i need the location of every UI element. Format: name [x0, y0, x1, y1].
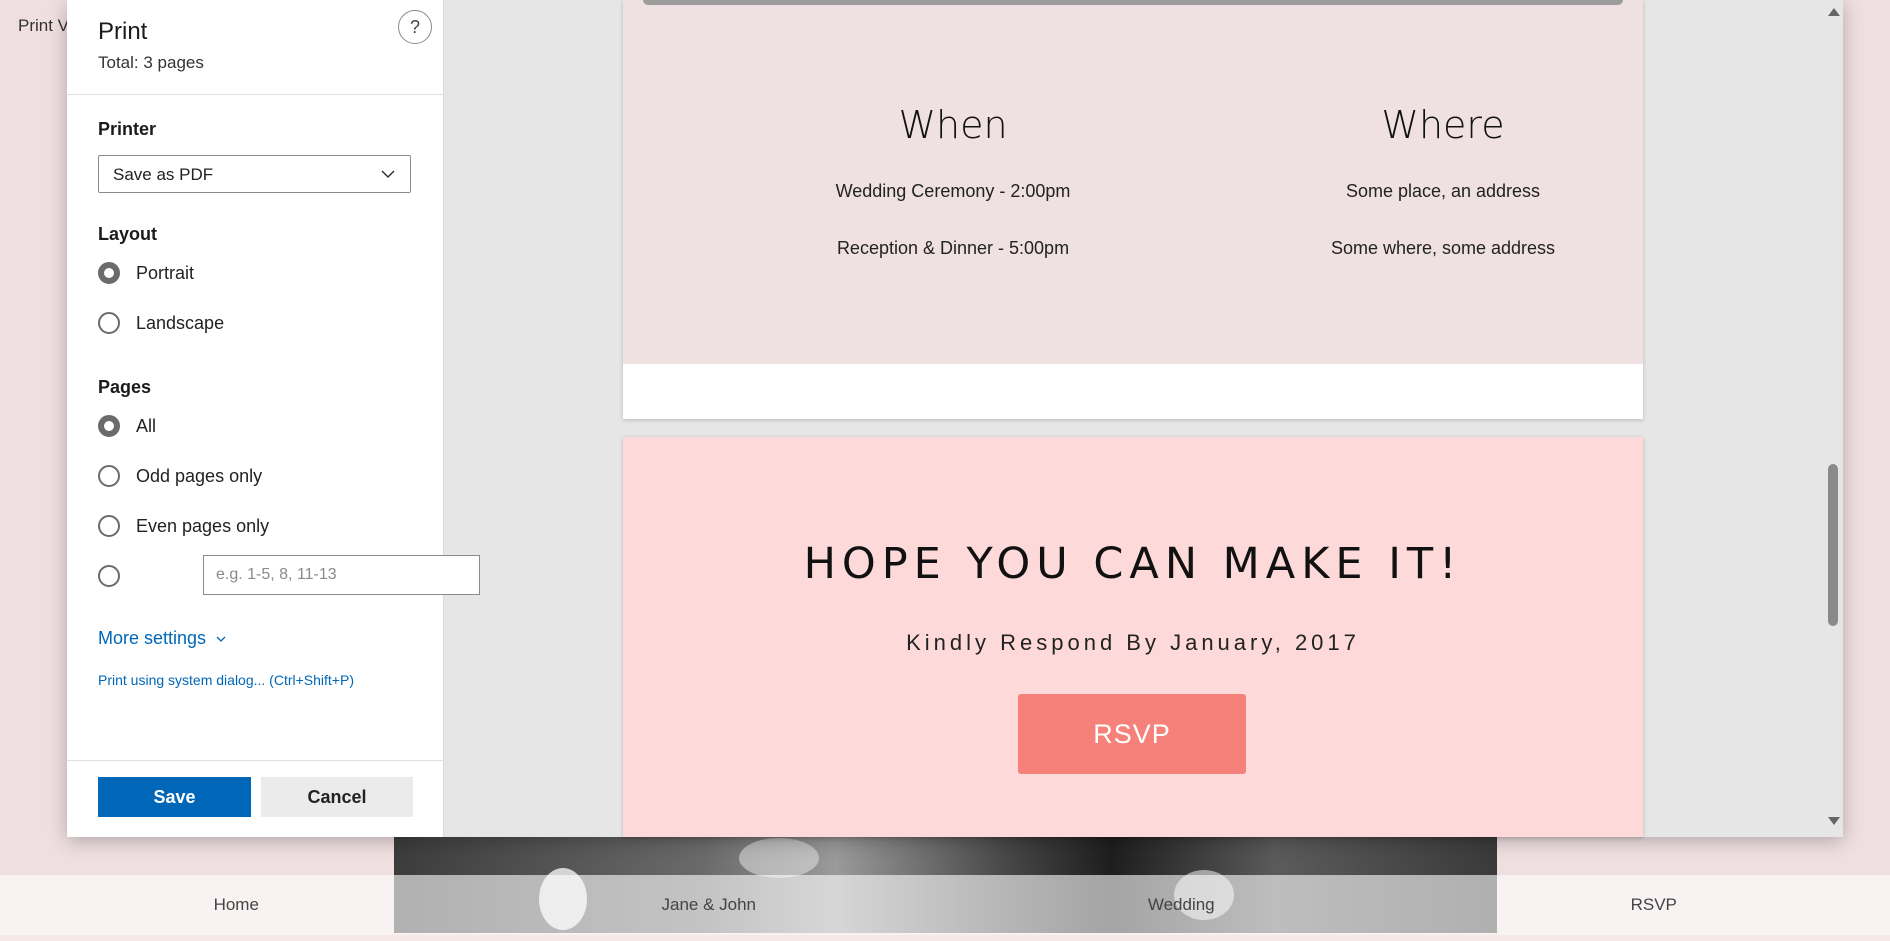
system-dialog-link[interactable]: Print using system dialog... (Ctrl+Shift…: [98, 672, 354, 688]
nav-home[interactable]: Home: [0, 875, 473, 935]
when-line: Reception & Dinner - 5:00pm: [836, 238, 1070, 258]
preview-page-2: HOPE YOU CAN MAKE IT! Kindly Respond By …: [623, 437, 1643, 837]
radio-checked-icon[interactable]: [98, 415, 120, 437]
page-range-input[interactable]: [203, 555, 480, 595]
event-details-section: When Wedding Ceremony - 2:00pm Reception…: [623, 0, 1643, 364]
more-settings-label: More settings: [98, 628, 207, 648]
where-heading: Where: [1381, 103, 1505, 147]
radio-unchecked-icon[interactable]: [98, 565, 120, 587]
more-settings-link[interactable]: More settings: [98, 628, 227, 649]
layout-label: Layout: [98, 224, 158, 244]
print-title: Print: [98, 18, 148, 45]
scroll-up-arrow-icon[interactable]: [1828, 8, 1840, 16]
preview-page-1: When Wedding Ceremony - 2:00pm Reception…: [623, 0, 1643, 419]
pages-option-label: Even pages only: [136, 516, 270, 536]
preview-scrollbar[interactable]: [1823, 0, 1843, 837]
chevron-down-icon: [381, 170, 395, 179]
nav-wedding[interactable]: Wedding: [945, 875, 1418, 935]
scroll-down-arrow-icon[interactable]: [1828, 817, 1840, 825]
radio-checked-icon[interactable]: [98, 262, 120, 284]
pages-option-label: All: [136, 416, 157, 436]
layout-option-label: Portrait: [136, 263, 195, 283]
radio-unchecked-icon[interactable]: [98, 515, 120, 537]
rsvp-button: RSVP: [1018, 694, 1246, 774]
nav-jane-john[interactable]: Jane & John: [473, 875, 946, 935]
cancel-button[interactable]: Cancel: [261, 777, 413, 817]
scroll-thumb[interactable]: [1828, 464, 1838, 626]
radio-unchecked-icon[interactable]: [98, 465, 120, 487]
footer-divider: [67, 760, 443, 761]
print-settings-panel: Print Total: 3 pages ? Printer Save as P…: [67, 0, 480, 837]
print-dialog: Print Total: 3 pages ? Printer Save as P…: [67, 0, 1843, 837]
respond-by-text: Kindly Respond By January, 2017: [906, 630, 1360, 655]
photo-bottom-edge: [643, 0, 1623, 5]
chevron-down-icon: [216, 636, 226, 642]
nav-rsvp[interactable]: RSVP: [1418, 875, 1890, 935]
header-divider: [67, 94, 443, 95]
save-button[interactable]: Save: [98, 777, 251, 817]
hope-heading: HOPE YOU CAN MAKE IT!: [803, 539, 1463, 589]
printer-select-value: Save as PDF: [113, 165, 214, 184]
layout-option-label: Landscape: [136, 313, 225, 333]
printer-select[interactable]: Save as PDF: [98, 155, 411, 193]
where-line: Some where, some address: [1330, 238, 1556, 258]
pages-option-label: Odd pages only: [136, 466, 263, 486]
background-bottom-strip: [0, 935, 1890, 941]
when-line: Wedding Ceremony - 2:00pm: [835, 181, 1071, 201]
pages-label: Pages: [98, 377, 152, 397]
when-heading: When: [898, 103, 1008, 147]
page-total: Total: 3 pages: [98, 53, 204, 72]
printer-label: Printer: [98, 119, 157, 139]
radio-unchecked-icon[interactable]: [98, 312, 120, 334]
background-nav-bar: Home Jane & John Wedding RSVP: [0, 875, 1890, 935]
help-button[interactable]: ?: [398, 10, 432, 44]
background-page-title: Print V: [18, 16, 70, 35]
where-line: Some place, an address: [1345, 181, 1541, 201]
